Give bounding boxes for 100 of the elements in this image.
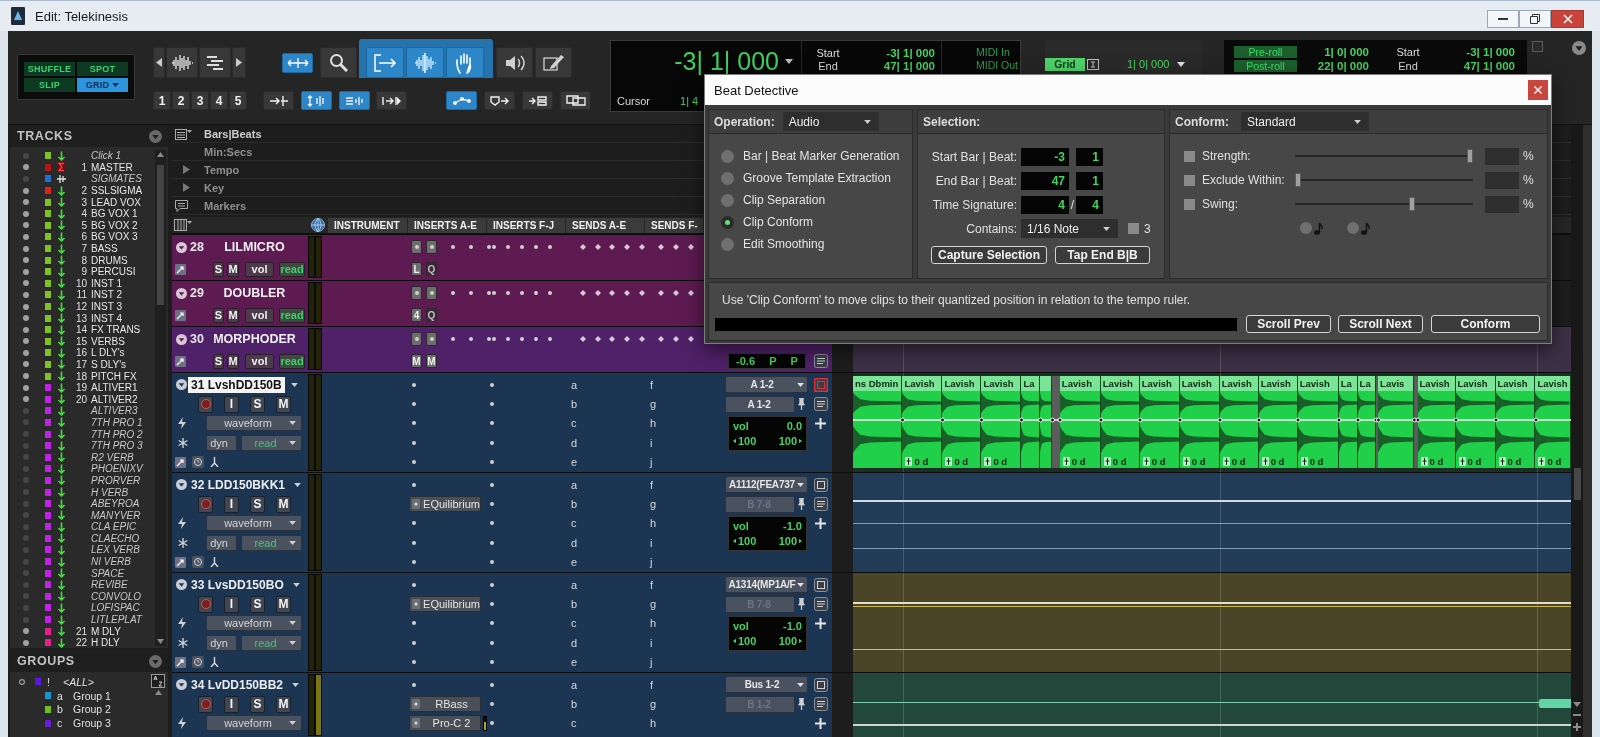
option-button[interactable] xyxy=(522,91,553,110)
visibility-dot-icon[interactable] xyxy=(23,477,29,484)
send-slot[interactable]: h xyxy=(650,517,657,530)
window-icon[interactable] xyxy=(814,577,828,592)
zoom-preset-button[interactable]: 3 xyxy=(191,91,209,110)
window-icon[interactable] xyxy=(814,477,828,492)
insert-slot-button[interactable] xyxy=(411,332,422,346)
track-list-item[interactable]: ABEYROA xyxy=(91,498,140,510)
track-list-item[interactable]: SIGMATES xyxy=(91,173,142,185)
visibility-dot-icon[interactable] xyxy=(23,489,29,495)
radio-button[interactable] xyxy=(721,237,734,251)
conform-select[interactable]: Standard xyxy=(1241,112,1369,131)
mute-button[interactable]: M xyxy=(227,307,239,323)
group-item[interactable]: Group 3 xyxy=(73,717,111,730)
send-slot[interactable]: f xyxy=(650,478,654,491)
send-slot[interactable]: f xyxy=(650,678,654,691)
plugin-button[interactable]: EQuilibrium xyxy=(409,496,481,513)
track-list-item[interactable]: VERBS xyxy=(91,335,125,347)
visibility-dot-icon[interactable] xyxy=(23,535,29,542)
group-item[interactable]: Group 1 xyxy=(73,689,111,702)
option-button[interactable] xyxy=(263,91,294,110)
mute-button[interactable]: M xyxy=(276,495,291,513)
dropdown-icon[interactable] xyxy=(1572,41,1586,55)
audio-clip[interactable]: Lavish 0 d xyxy=(902,376,943,468)
automation-mode-button[interactable]: read xyxy=(279,261,305,277)
box-arrow-icon[interactable] xyxy=(175,263,186,275)
send-slot[interactable]: i xyxy=(650,536,653,549)
visibility-dot-icon[interactable] xyxy=(23,407,29,414)
mute-button[interactable]: M xyxy=(276,595,291,613)
option-button[interactable] xyxy=(560,91,591,110)
visibility-dot-icon[interactable] xyxy=(23,547,29,553)
automation-breakpoint-icon[interactable] xyxy=(1177,417,1183,423)
visibility-dot-icon[interactable] xyxy=(23,291,29,298)
grid-button[interactable]: Grid xyxy=(1045,57,1085,71)
visibility-dot-icon[interactable] xyxy=(23,280,29,287)
checkbox[interactable] xyxy=(1184,150,1195,162)
solo-button[interactable]: S xyxy=(213,307,224,323)
box-arrow-icon[interactable] xyxy=(175,309,186,321)
visibility-dot-icon[interactable] xyxy=(23,581,29,588)
visibility-dot-icon[interactable] xyxy=(23,233,29,240)
input-field[interactable]: 1 xyxy=(1076,171,1103,190)
zoom-out-button[interactable] xyxy=(153,47,165,78)
visibility-dot-icon[interactable] xyxy=(23,199,29,206)
insert-slot-button[interactable]: L xyxy=(411,262,422,276)
track-list-item[interactable]: PITCH FX xyxy=(91,370,137,382)
track-list-item[interactable]: PHOENIXV xyxy=(91,463,143,475)
option-button[interactable] xyxy=(484,91,515,110)
dialog-button[interactable]: Conform xyxy=(1431,315,1540,333)
automation-mode-button[interactable]: read xyxy=(279,353,305,369)
audio-clip[interactable]: Lavish 0 d xyxy=(1258,376,1298,468)
automation-breakpoint-icon[interactable] xyxy=(1019,417,1024,423)
scroll-down-icon[interactable] xyxy=(157,639,164,644)
view-menu-icon[interactable] xyxy=(174,219,192,231)
send-slot[interactable]: i xyxy=(650,436,653,449)
audio-clip[interactable]: Lavish 0 d xyxy=(1059,376,1101,468)
input-monitor-button[interactable]: I xyxy=(224,595,239,613)
box-arrow-icon[interactable] xyxy=(175,656,186,668)
track-list-item[interactable]: S DLY's xyxy=(91,359,127,370)
list-icon[interactable] xyxy=(814,597,828,612)
visibility-dot-icon[interactable] xyxy=(23,570,29,577)
audio-clip[interactable]: ns Dbmin xyxy=(853,376,903,468)
volume-automation-line[interactable] xyxy=(853,419,1571,421)
send-slot[interactable]: g xyxy=(650,598,657,611)
roll-label[interactable]: Pre-roll xyxy=(1234,45,1297,58)
send-slot[interactable]: f xyxy=(650,578,654,591)
visibility-dot-icon[interactable] xyxy=(23,431,29,438)
track-list-item[interactable]: LOFISPAC xyxy=(91,602,140,614)
insert-slot-button[interactable]: M xyxy=(411,354,422,368)
audio-clip[interactable]: Lavish 0 d xyxy=(1219,376,1259,468)
visibility-dot-icon[interactable] xyxy=(23,396,29,403)
send-slot[interactable]: b xyxy=(571,398,578,411)
automation-breakpoint-icon[interactable] xyxy=(1533,417,1539,423)
send-slot[interactable]: a xyxy=(571,378,578,391)
track-list-item[interactable]: H VERB xyxy=(91,486,129,498)
track-list-item[interactable]: NI VERB xyxy=(91,556,131,568)
scrollbar-thumb[interactable] xyxy=(1573,468,1581,500)
dialog-button[interactable]: Scroll Prev xyxy=(1246,315,1331,333)
solo-button[interactable]: S xyxy=(213,353,224,369)
group-item[interactable]: Group 2 xyxy=(73,703,111,716)
box-arrow-icon[interactable] xyxy=(175,456,186,468)
minimize-button[interactable] xyxy=(1487,10,1519,28)
track-list-item[interactable]: BASS xyxy=(91,243,118,255)
audio-clip[interactable]: Lavish 0 d xyxy=(1417,376,1456,468)
automation-breakpoint-icon[interactable] xyxy=(979,417,984,423)
track-list-item[interactable]: Click 1 xyxy=(91,150,121,162)
zoom-preset-button[interactable]: 5 xyxy=(229,91,247,110)
contains-select[interactable]: 1/16 Note xyxy=(1021,219,1118,238)
track-list-item[interactable]: BG VOX 3 xyxy=(91,231,138,243)
output-selector[interactable]: A1112(FEA737 xyxy=(725,476,808,494)
box-arrow-icon[interactable] xyxy=(175,556,186,568)
send-slot[interactable]: f xyxy=(650,378,654,391)
visibility-dot-icon[interactable] xyxy=(23,361,29,368)
audio-clip[interactable]: Lavish 0 d xyxy=(1455,376,1496,468)
output-selector[interactable]: A1314(MP1A/F xyxy=(725,576,808,594)
sort-icon[interactable] xyxy=(151,674,165,688)
ruler-label[interactable]: Bars|Beats xyxy=(204,127,262,140)
track-name[interactable]: 31 LvshDD150B xyxy=(188,376,285,393)
dialog-button[interactable]: Capture Selection xyxy=(931,246,1047,264)
plugin-button[interactable]: RBass xyxy=(409,696,481,713)
audio-clip[interactable] xyxy=(1040,376,1053,468)
